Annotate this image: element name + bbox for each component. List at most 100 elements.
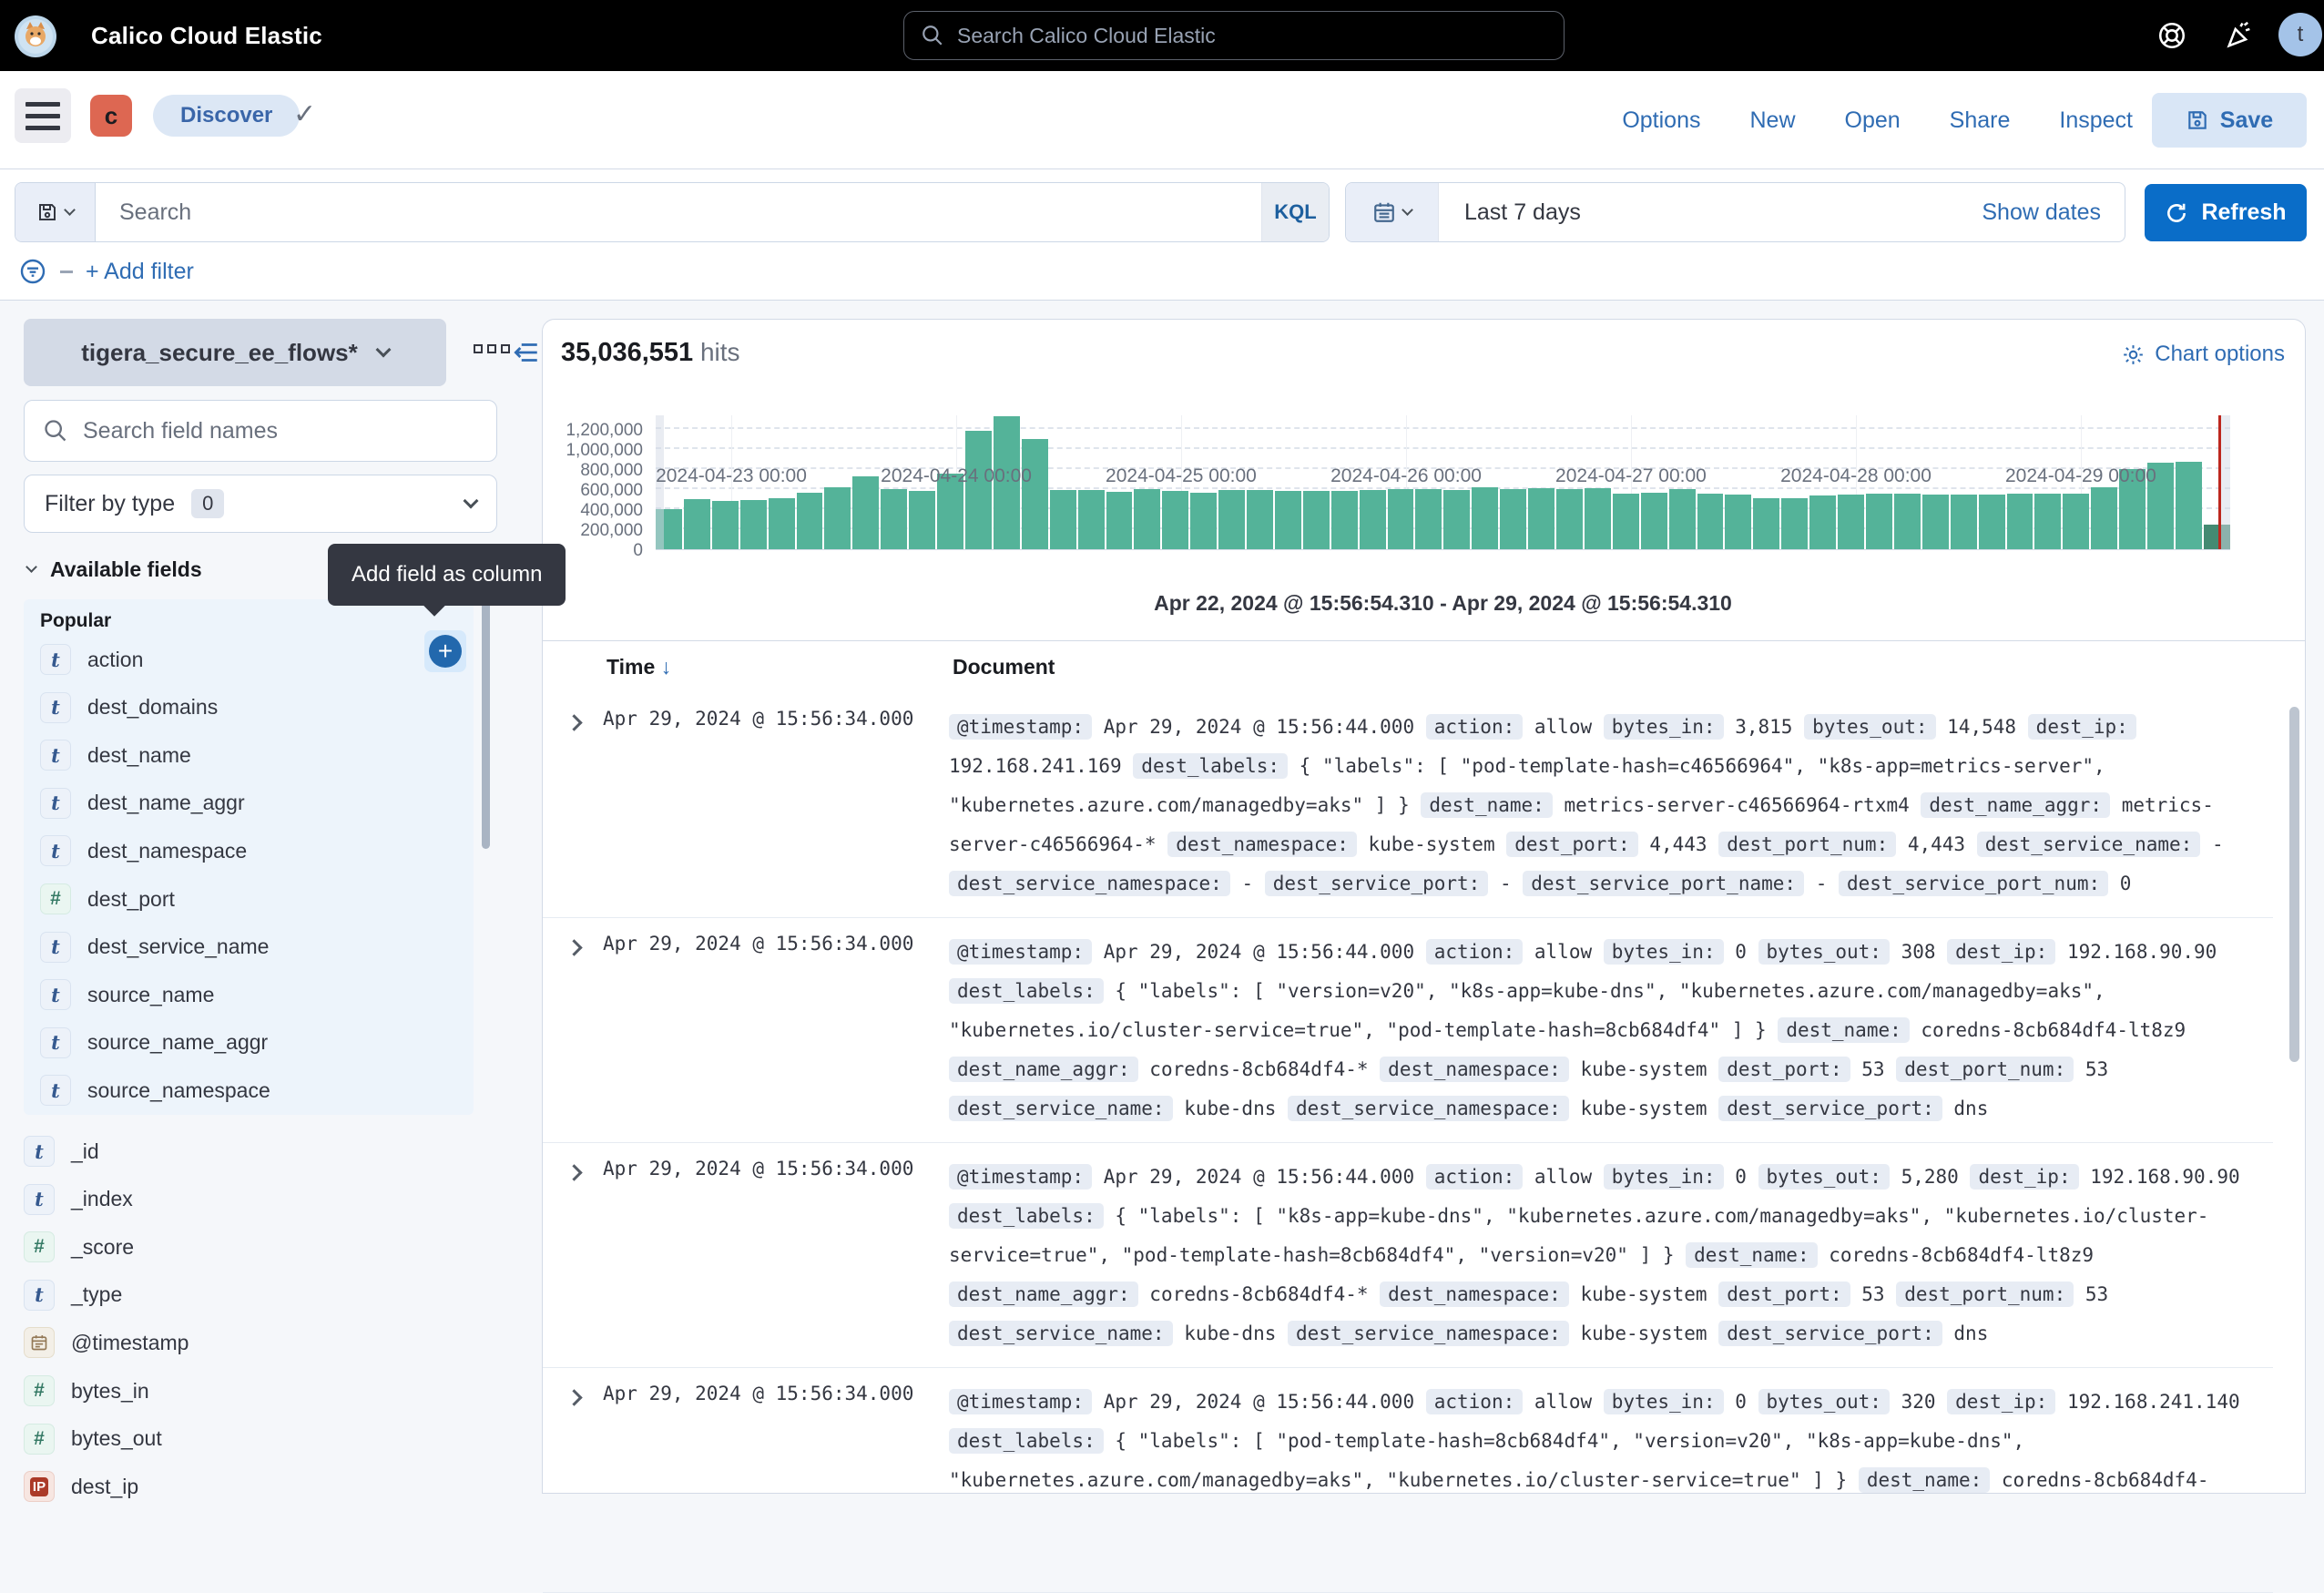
histogram-bar[interactable] [1922,495,1949,549]
field-item-_score[interactable]: #_score [24,1223,424,1271]
histogram-bar[interactable] [2034,494,2061,549]
date-quick-menu-button[interactable] [1346,183,1439,241]
field-item-dest_name[interactable]: tdest_name [40,731,441,779]
breadcrumb-discover[interactable]: Discover [153,95,300,137]
field-item-source_name[interactable]: tsource_name [40,971,441,1018]
nav-link-open[interactable]: Open [1845,107,1901,134]
filter-by-type-dropdown[interactable]: Filter by type 0 [24,475,497,533]
field-item-dest_service_name[interactable]: tdest_service_name [40,924,441,971]
histogram-bar[interactable] [1866,494,1892,549]
field-filter-options-icon[interactable] [474,344,510,353]
table-scrollbar[interactable] [2289,707,2299,1062]
collapse-sidebar-icon[interactable] [510,337,541,368]
histogram-bar[interactable] [1725,495,1751,549]
field-item-source_name_aggr[interactable]: tsource_name_aggr [40,1019,441,1067]
add-field-as-column-button[interactable]: + [424,630,466,672]
histogram-bar[interactable] [1247,490,1273,549]
histogram-bar[interactable] [824,487,851,549]
histogram-bar[interactable] [1951,495,1977,549]
histogram-bar[interactable] [1303,491,1330,549]
histogram-bar[interactable] [1641,493,1667,549]
histogram-bar[interactable] [1838,495,1864,549]
histogram-bar[interactable] [1500,489,1526,549]
histogram-bar[interactable] [1979,495,2005,549]
histogram-bar[interactable] [1809,495,1836,549]
histogram-bar[interactable] [1360,490,1386,549]
histogram-bar[interactable] [1190,493,1217,549]
field-item-dest_namespace[interactable]: tdest_namespace [40,827,441,874]
histogram-bar[interactable] [2091,487,2117,549]
histogram-bar[interactable] [1106,492,1133,549]
histogram-bar[interactable] [1528,488,1554,549]
histogram-bar[interactable] [1275,491,1301,549]
field-item-dest_ip[interactable]: IPdest_ip [24,1463,424,1510]
index-pattern-selector[interactable]: tigera_secure_ee_flows* [24,319,446,386]
news-feed-icon[interactable] [2224,20,2255,51]
field-item-@timestamp[interactable]: @timestamp [24,1319,424,1366]
field-item-dest_port[interactable]: #dest_port [40,875,441,923]
expand-row-icon[interactable] [566,939,582,955]
field-item-bytes_out[interactable]: #bytes_out [24,1415,424,1463]
nav-link-new[interactable]: New [1749,107,1795,134]
histogram-bar[interactable] [1162,491,1188,549]
histogram-bar[interactable] [1415,489,1442,549]
histogram-bar[interactable] [769,498,795,549]
space-badge[interactable]: c [90,95,132,137]
field-item-_index[interactable]: t_index [24,1176,424,1223]
histogram-bar[interactable] [965,431,992,549]
nav-link-share[interactable]: Share [1950,107,2011,134]
histogram-bar[interactable] [1585,488,1611,549]
histogram-bar[interactable] [684,499,710,549]
histogram-bar[interactable] [852,476,879,549]
field-item-_id[interactable]: t_id [24,1128,424,1175]
time-column-header[interactable]: Time ↓ [606,655,671,679]
histogram-bar[interactable] [2063,494,2089,549]
histogram-bar[interactable] [1781,498,1808,549]
field-item-bytes_in[interactable]: #bytes_in [24,1367,424,1414]
save-button[interactable]: Save [2152,93,2307,148]
saved-query-menu-button[interactable] [15,183,96,241]
histogram-bar[interactable] [1556,489,1583,549]
help-icon[interactable] [2156,20,2187,51]
histogram-bar[interactable] [1050,490,1076,549]
histogram-bar[interactable] [1388,489,1414,549]
field-item-dest_domains[interactable]: tdest_domains [40,684,441,731]
expand-row-icon[interactable] [566,1164,582,1180]
chart-options-button[interactable]: Chart options [2121,342,2285,367]
histogram-bar[interactable] [1331,491,1358,549]
field-search-input[interactable]: Search field names [24,400,497,462]
histogram-bar[interactable] [1669,489,1696,549]
expand-row-icon[interactable] [566,1389,582,1405]
time-range-value[interactable]: Last 7 days [1464,199,1982,226]
filter-icon[interactable] [18,257,47,286]
field-item-_type[interactable]: t_type [24,1271,424,1319]
sort-descending-icon[interactable]: ↓ [661,655,672,679]
histogram-bar[interactable] [797,493,823,549]
histogram-bar[interactable] [1472,487,1498,549]
show-dates-link[interactable]: Show dates [1982,199,2101,226]
histogram-bar[interactable] [740,500,767,549]
histogram-bar[interactable] [1134,489,1160,549]
menu-button[interactable] [15,88,71,143]
expand-row-icon[interactable] [566,714,582,730]
histogram-bar[interactable] [1613,494,1639,549]
histogram-bar[interactable] [1753,498,1779,549]
query-input[interactable]: Search KQL [15,182,1330,242]
field-item-source_namespace[interactable]: tsource_namespace [40,1067,441,1114]
histogram-bar[interactable] [1218,490,1245,549]
histogram-bar[interactable] [1894,494,1921,549]
histogram-bar[interactable] [1022,439,1048,549]
histogram-bar[interactable] [2007,494,2034,549]
kql-button[interactable]: KQL [1261,183,1329,241]
user-avatar[interactable]: t [2278,13,2322,56]
histogram-bar[interactable] [1078,490,1105,549]
global-search-input[interactable]: Search Calico Cloud Elastic [903,11,1565,60]
available-fields-header[interactable]: Available fields [27,557,202,582]
histogram-bar[interactable] [2176,462,2202,549]
histogram-bar[interactable] [1443,490,1470,549]
histogram-bar[interactable] [1697,494,1724,549]
field-item-dest_name_aggr[interactable]: tdest_name_aggr [40,780,441,827]
sidebar-scrollbar[interactable] [482,601,490,849]
nav-link-inspect[interactable]: Inspect [2059,107,2133,134]
date-picker[interactable]: Last 7 days Show dates [1345,182,2125,242]
